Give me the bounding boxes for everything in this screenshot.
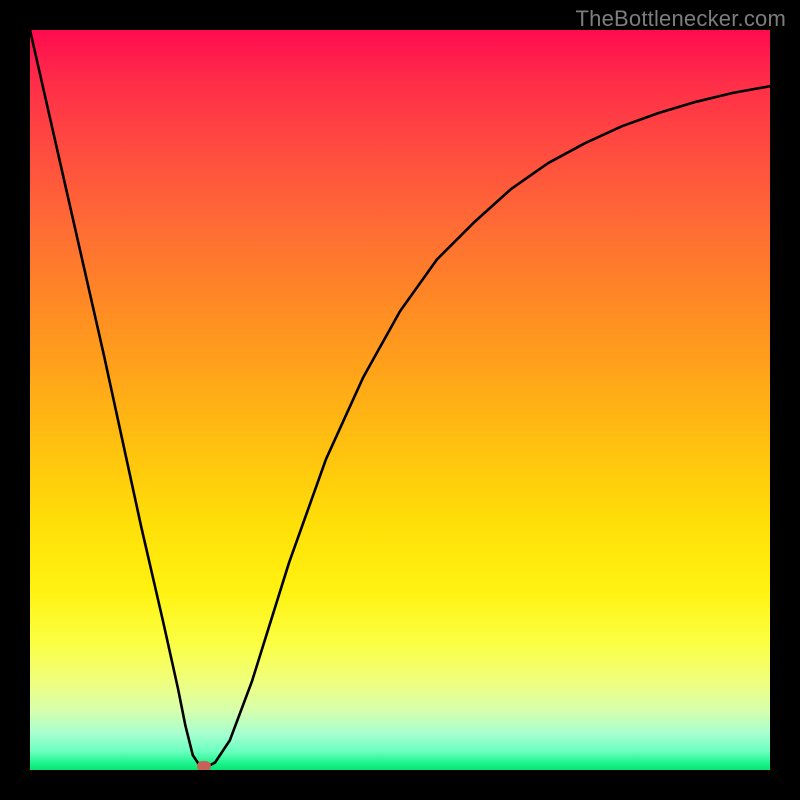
optimal-point-marker <box>197 761 211 770</box>
chart-frame: TheBottlenecker.com <box>0 0 800 800</box>
bottleneck-curve <box>30 30 770 770</box>
watermark-text: TheBottlenecker.com <box>576 6 786 32</box>
plot-area <box>30 30 770 770</box>
